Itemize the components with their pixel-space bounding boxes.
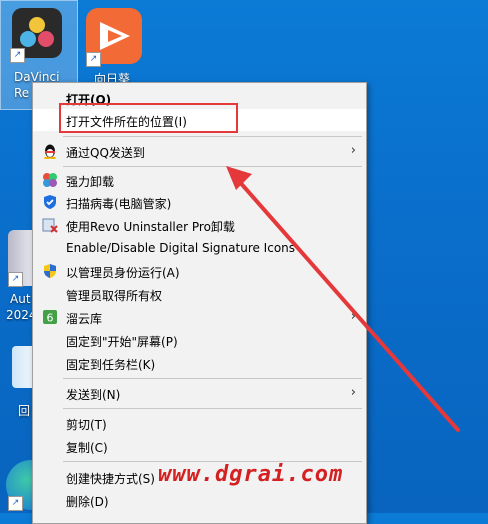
annotation-arrow: [226, 166, 460, 432]
desktop: ↗ DaVinci Re ↗ 向日葵 ↗ Aut 2024 回 ↗ 打开(O): [0, 0, 488, 524]
watermark-text: www.dgrai.com: [158, 462, 344, 487]
